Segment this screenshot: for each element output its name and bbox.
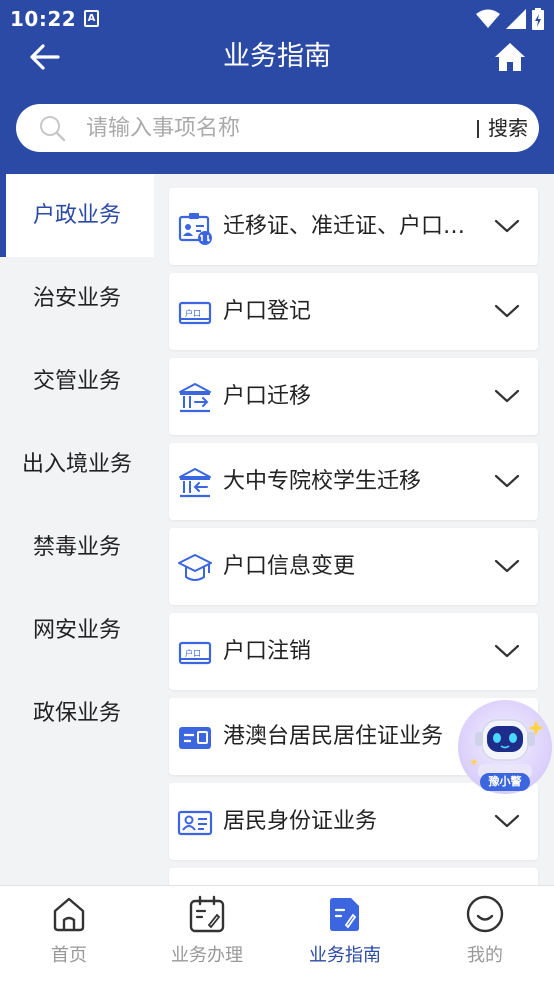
chevron-down-icon[interactable] xyxy=(494,557,520,575)
notification-icon: A xyxy=(84,10,99,27)
sidebar-item-wangan[interactable]: 网安业务 xyxy=(0,589,154,672)
sidebar-item-huzheng[interactable]: 户政业务 xyxy=(0,174,154,257)
svg-text:户口: 户口 xyxy=(185,308,201,318)
tab-mine[interactable]: 我的 xyxy=(416,886,554,984)
service-card-id-card[interactable]: 居民身份证业务 xyxy=(169,783,538,860)
service-card-label: 户口信息变更 xyxy=(223,554,356,579)
tab-label: 业务指南 xyxy=(309,945,381,966)
chevron-down-icon[interactable] xyxy=(494,472,520,490)
id-card-icon xyxy=(177,810,213,836)
page-title: 业务指南 xyxy=(223,41,331,72)
tab-label: 我的 xyxy=(467,945,503,966)
chevron-down-icon[interactable] xyxy=(494,812,520,830)
service-card-label: 户口登记 xyxy=(223,299,312,324)
bottom-tab-bar: 首页 业务办理 业务指南 我的 xyxy=(0,885,554,984)
service-card-label: 大中专院校学生迁移 xyxy=(223,469,422,494)
tab-business-handling[interactable]: 业务办理 xyxy=(138,886,276,984)
service-card-partial[interactable] xyxy=(169,868,538,886)
chevron-down-icon[interactable] xyxy=(494,302,520,320)
sidebar-item-jindu[interactable]: 禁毒业务 xyxy=(0,506,154,589)
chevron-down-icon[interactable] xyxy=(494,217,520,235)
residence-card-icon xyxy=(179,727,211,749)
building-transfer-icon xyxy=(179,383,211,413)
tab-business-guide[interactable]: 业务指南 xyxy=(276,886,414,984)
service-card-label: 居民身份证业务 xyxy=(223,809,378,834)
search-bar: 搜索 xyxy=(16,104,539,152)
category-sidebar: 户政业务 治安业务 交管业务 出入境业务 禁毒业务 网安业务 政保业务 xyxy=(0,174,154,886)
service-card-student-transfer[interactable]: 大中专院校学生迁移 xyxy=(169,443,538,520)
status-icons xyxy=(476,8,544,30)
tab-label: 业务办理 xyxy=(171,945,243,966)
service-card-label: 户口迁移 xyxy=(223,384,312,409)
svg-text:户口: 户口 xyxy=(185,648,201,658)
signal-icon xyxy=(506,9,526,29)
hukou-card-icon: 户口 xyxy=(178,301,212,325)
service-card-transfer-certificate[interactable]: 迁移证、准迁证、户口登记 xyxy=(169,188,538,265)
sidebar-item-jiaoguan[interactable]: 交管业务 xyxy=(0,340,154,423)
home-outline-icon xyxy=(53,897,85,932)
wifi-icon xyxy=(476,9,500,28)
calendar-edit-icon xyxy=(189,895,225,933)
hukou-card-icon: 户口 xyxy=(178,641,212,665)
service-card-label: 户口注销 xyxy=(223,639,312,664)
sidebar-item-churujing[interactable]: 出入境业务 xyxy=(0,423,154,506)
assistant-robot-button[interactable]: 豫小警 xyxy=(458,700,552,794)
chevron-down-icon[interactable] xyxy=(494,387,520,405)
home-icon[interactable] xyxy=(493,40,527,74)
app-header: 10:22 A 业务指南 搜索 xyxy=(0,0,554,174)
search-divider xyxy=(477,120,479,138)
sidebar-item-zhian[interactable]: 治安业务 xyxy=(0,257,154,340)
search-button[interactable]: 搜索 xyxy=(488,104,528,152)
service-card-hukou-cancel[interactable]: 户口 户口注销 xyxy=(169,613,538,690)
status-bar: 10:22 A xyxy=(0,0,554,38)
graduation-cap-icon xyxy=(178,554,212,581)
id-card-transfer-icon xyxy=(178,213,212,245)
service-card-hukou-register[interactable]: 户口 户口登记 xyxy=(169,273,538,350)
smiley-profile-icon xyxy=(466,895,504,933)
service-card-hukou-info-change[interactable]: 户口信息变更 xyxy=(169,528,538,605)
building-transfer-icon xyxy=(179,468,211,498)
chevron-down-icon[interactable] xyxy=(494,642,520,660)
tab-home[interactable]: 首页 xyxy=(0,886,138,984)
search-input[interactable] xyxy=(86,104,456,152)
battery-icon xyxy=(532,8,544,30)
guide-document-icon xyxy=(330,898,359,931)
service-card-label: 迁移证、准迁证、户口登记 xyxy=(223,214,483,239)
assistant-label: 豫小警 xyxy=(480,773,530,791)
tab-label: 首页 xyxy=(51,945,87,966)
search-icon xyxy=(40,116,66,142)
sidebar-item-zhengbao[interactable]: 政保业务 xyxy=(0,672,154,755)
status-time: 10:22 xyxy=(10,7,77,31)
service-card-hukou-transfer[interactable]: 户口迁移 xyxy=(169,358,538,435)
